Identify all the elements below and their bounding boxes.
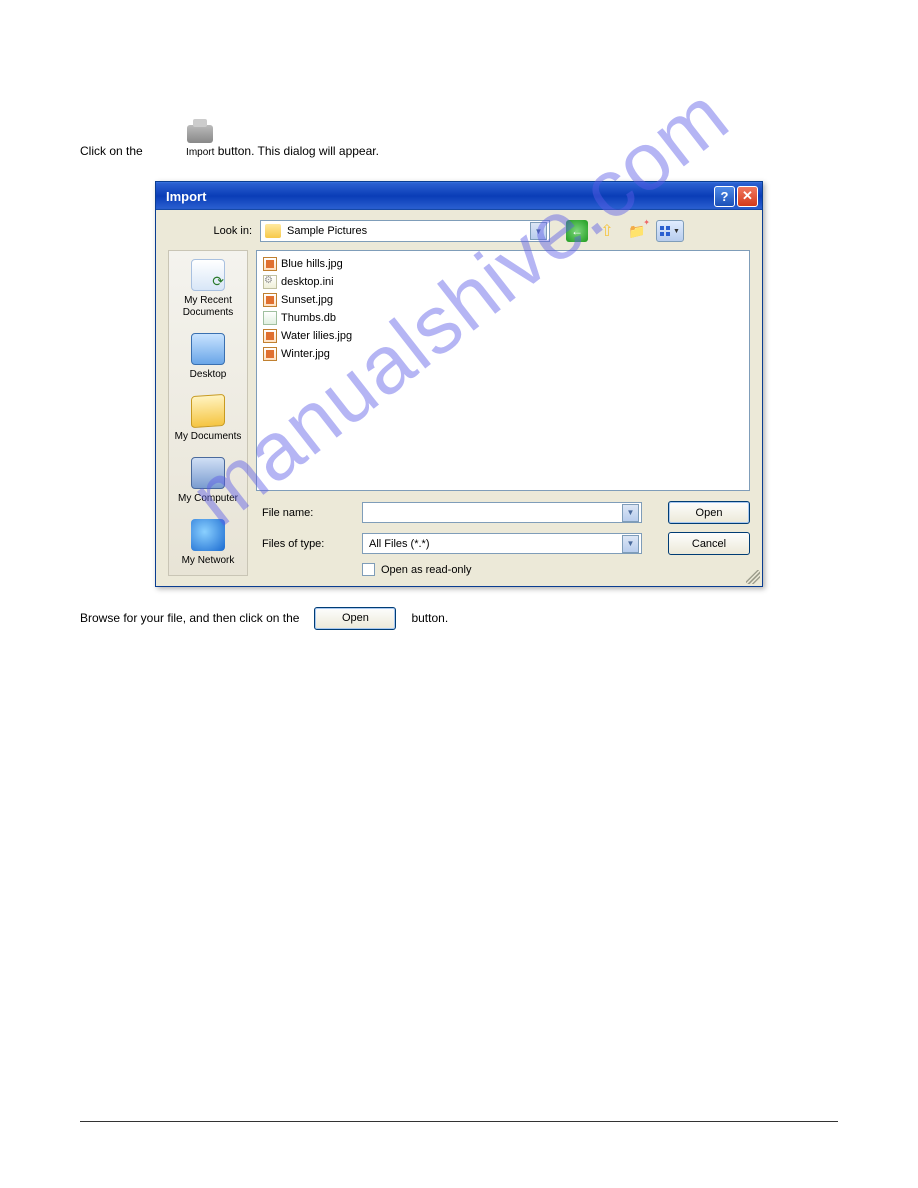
file-item[interactable]: Water lilies.jpg [263, 327, 743, 345]
chevron-down-icon: ▼ [673, 228, 680, 235]
cancel-button[interactable]: Cancel [668, 532, 750, 555]
file-item[interactable]: Sunset.jpg [263, 291, 743, 309]
filetype-value: All Files (*.*) [369, 538, 622, 550]
lookin-combo[interactable]: Sample Pictures ▼ [260, 220, 550, 242]
place-label: My Network [182, 555, 235, 567]
page-footer [80, 1121, 838, 1128]
up-folder-icon[interactable]: ⇧ [596, 220, 618, 242]
chevron-down-icon[interactable]: ▼ [622, 535, 639, 553]
file-name: Blue hills.jpg [281, 258, 343, 270]
file-item[interactable]: Blue hills.jpg [263, 255, 743, 273]
computer-icon [191, 457, 225, 489]
after-suffix: button. [411, 609, 448, 628]
documents-icon [191, 394, 225, 428]
help-button[interactable]: ? [714, 186, 735, 207]
place-label: My Recent Documents [171, 295, 245, 319]
back-icon[interactable]: ← [566, 220, 588, 242]
file-item[interactable]: Winter.jpg [263, 345, 743, 363]
readonly-label: Open as read-only [381, 564, 472, 576]
desktop-icon [191, 333, 225, 365]
file-name: Winter.jpg [281, 348, 330, 360]
recent-documents-icon [191, 259, 225, 291]
place-desktop[interactable]: Desktop [190, 333, 227, 381]
place-label: My Computer [178, 493, 238, 505]
import-dialog: Import ? ✕ Look in: Sample Pictures ▼ ← … [155, 181, 763, 587]
after-text: Browse for your file, and then click on … [80, 607, 838, 630]
place-computer[interactable]: My Computer [178, 457, 238, 505]
lookin-label: Look in: [168, 225, 260, 237]
chevron-down-icon[interactable]: ▼ [622, 504, 639, 522]
file-name: Water lilies.jpg [281, 330, 352, 342]
place-documents[interactable]: My Documents [175, 395, 242, 443]
file-item[interactable]: desktop.ini [263, 273, 743, 291]
filename-label: File name: [256, 507, 362, 519]
file-name: Thumbs.db [281, 312, 336, 324]
place-label: My Documents [175, 431, 242, 443]
db-file-icon [263, 311, 277, 325]
image-file-icon [263, 293, 277, 307]
intro-text: Click on the Import button. This dialog … [80, 120, 838, 171]
import-toolbar-icon: Import [186, 125, 214, 161]
image-file-icon [263, 347, 277, 361]
image-file-icon [263, 257, 277, 271]
close-button[interactable]: ✕ [737, 186, 758, 207]
dialog-title: Import [166, 189, 206, 204]
view-menu-button[interactable]: ▼ [656, 220, 684, 242]
network-icon [191, 519, 225, 551]
after-prefix: Browse for your file, and then click on … [80, 609, 299, 628]
lookin-value: Sample Pictures [287, 225, 530, 237]
open-button-inline: Open [314, 607, 396, 630]
import-icon [187, 125, 213, 143]
filename-input[interactable]: ▼ [362, 502, 642, 523]
place-recent[interactable]: My Recent Documents [171, 259, 245, 319]
file-name: desktop.ini [281, 276, 334, 288]
image-file-icon [263, 329, 277, 343]
file-item[interactable]: Thumbs.db [263, 309, 743, 327]
view-grid-icon [660, 226, 670, 236]
folder-icon [265, 224, 281, 238]
chevron-down-icon[interactable]: ▼ [530, 222, 547, 240]
place-label: Desktop [190, 369, 227, 381]
intro-suffix: button. This dialog will appear. [218, 144, 379, 158]
places-bar: My Recent Documents Desktop My Documents… [168, 250, 248, 576]
filetype-label: Files of type: [256, 538, 362, 550]
file-name: Sunset.jpg [281, 294, 333, 306]
new-folder-icon[interactable]: 📁 [626, 220, 648, 242]
titlebar[interactable]: Import ? ✕ [156, 182, 762, 210]
filetype-combo[interactable]: All Files (*.*) ▼ [362, 533, 642, 554]
place-network[interactable]: My Network [182, 519, 235, 567]
import-icon-label: Import [186, 147, 214, 158]
resize-grip-icon[interactable] [746, 570, 760, 584]
open-button[interactable]: Open [668, 501, 750, 524]
file-list[interactable]: Blue hills.jpg desktop.ini Sunset.jpg [256, 250, 750, 491]
intro-prefix: Click on the [80, 144, 143, 158]
ini-file-icon [263, 275, 277, 289]
readonly-checkbox[interactable] [362, 563, 375, 576]
